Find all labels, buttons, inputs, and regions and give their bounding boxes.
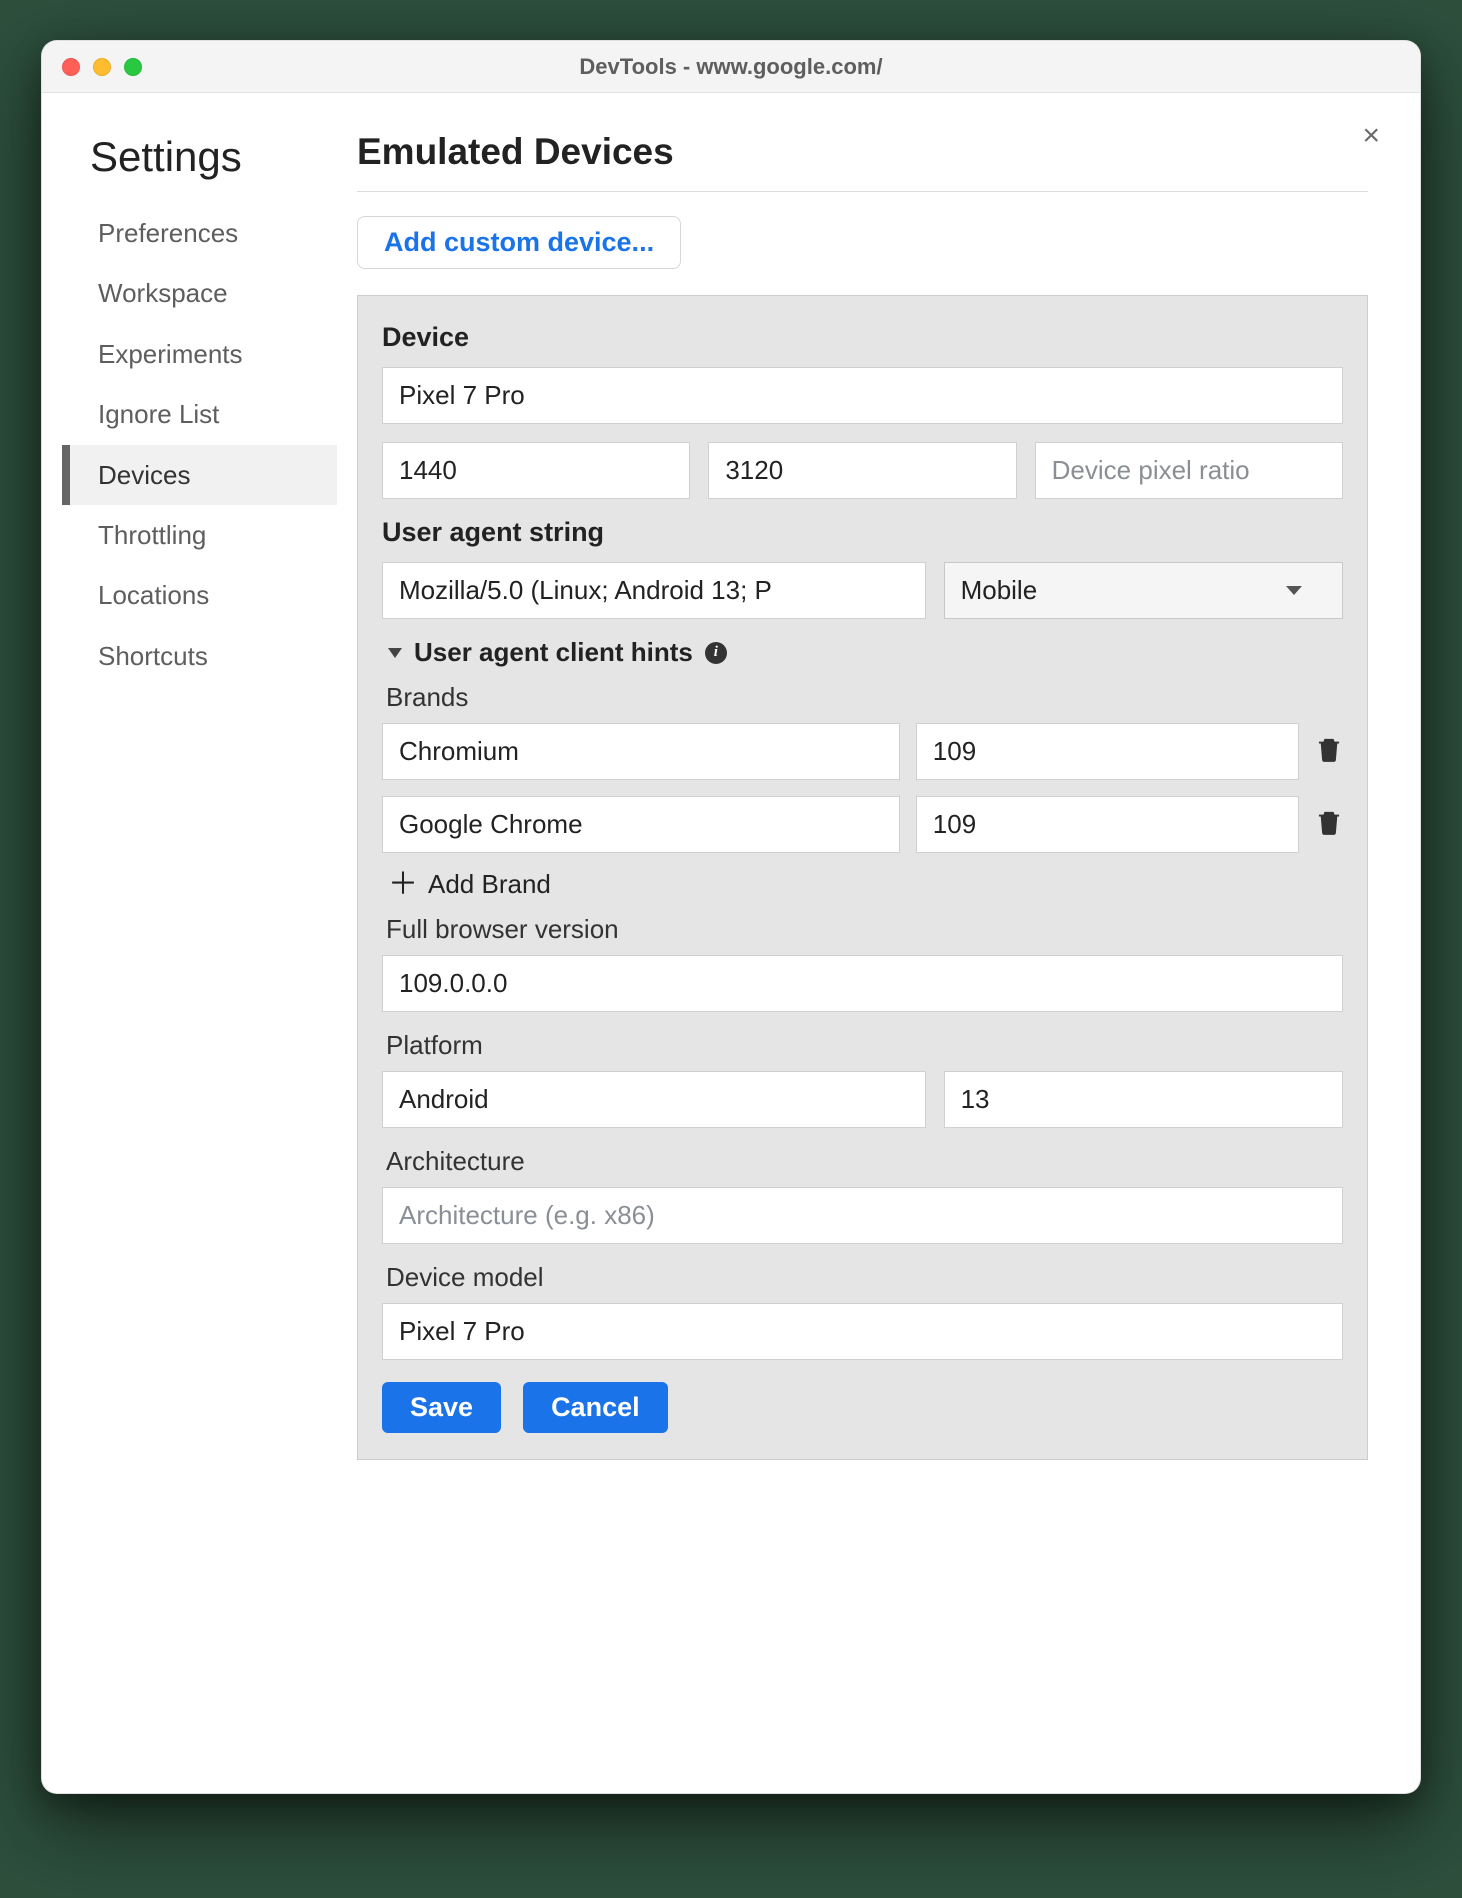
brand-name-input[interactable] [382, 796, 900, 853]
page-title: Emulated Devices [357, 131, 1368, 173]
sidebar-item-devices[interactable]: Devices [62, 445, 337, 505]
brand-row [382, 723, 1343, 780]
brand-row [382, 796, 1343, 853]
sidebar-item-preferences[interactable]: Preferences [62, 203, 337, 263]
triangle-down-icon [388, 648, 402, 658]
sidebar-item-ignore-list[interactable]: Ignore List [62, 384, 337, 444]
sidebar-item-workspace[interactable]: Workspace [62, 263, 337, 323]
info-icon[interactable]: i [705, 642, 727, 664]
client-hints-toggle[interactable]: User agent client hints i [388, 637, 1343, 668]
architecture-label: Architecture [386, 1146, 1343, 1177]
device-name-input[interactable] [382, 367, 1343, 424]
architecture-input[interactable] [382, 1187, 1343, 1244]
brand-name-input[interactable] [382, 723, 900, 780]
brand-version-input[interactable] [916, 796, 1299, 853]
window-zoom-dot[interactable] [124, 58, 142, 76]
client-hints-label: User agent client hints [414, 637, 693, 668]
window-title: DevTools - www.google.com/ [579, 54, 882, 80]
brands-label: Brands [386, 682, 1343, 713]
device-editor-panel: Device User agent string Mobile [357, 295, 1368, 1460]
window-minimize-dot[interactable] [93, 58, 111, 76]
ua-string-input[interactable] [382, 562, 926, 619]
sidebar-item-throttling[interactable]: Throttling [62, 505, 337, 565]
ua-type-value: Mobile [961, 575, 1038, 606]
sidebar-item-experiments[interactable]: Experiments [62, 324, 337, 384]
save-button[interactable]: Save [382, 1382, 501, 1433]
cancel-button[interactable]: Cancel [523, 1382, 668, 1433]
full-version-label: Full browser version [386, 914, 1343, 945]
plus-icon: ＋ [388, 870, 418, 900]
add-brand-label: Add Brand [428, 869, 551, 900]
window-close-dot[interactable] [62, 58, 80, 76]
ua-section-label: User agent string [382, 517, 1343, 548]
ua-type-select[interactable]: Mobile [944, 562, 1343, 619]
trash-icon[interactable] [1315, 736, 1343, 767]
settings-content: × Settings Preferences Workspace Experim… [42, 93, 1420, 1793]
device-width-input[interactable] [382, 442, 690, 499]
brand-version-input[interactable] [916, 723, 1299, 780]
platform-version-input[interactable] [944, 1071, 1343, 1128]
window-controls [62, 58, 142, 76]
devtools-window: DevTools - www.google.com/ × Settings Pr… [41, 40, 1421, 1794]
sidebar-item-shortcuts[interactable]: Shortcuts [62, 626, 337, 686]
chevron-down-icon [1286, 586, 1302, 595]
sidebar-heading: Settings [90, 133, 337, 181]
device-model-label: Device model [386, 1262, 1343, 1293]
add-brand-button[interactable]: ＋ Add Brand [388, 869, 1343, 900]
close-icon[interactable]: × [1362, 121, 1380, 151]
add-custom-device-button[interactable]: Add custom device... [357, 216, 681, 269]
platform-label: Platform [386, 1030, 1343, 1061]
window-titlebar: DevTools - www.google.com/ [42, 41, 1420, 93]
platform-name-input[interactable] [382, 1071, 926, 1128]
device-section-label: Device [382, 322, 1343, 353]
settings-main: Emulated Devices Add custom device... De… [337, 123, 1420, 1753]
device-model-input[interactable] [382, 1303, 1343, 1360]
full-version-input[interactable] [382, 955, 1343, 1012]
sidebar-item-locations[interactable]: Locations [62, 565, 337, 625]
divider [357, 191, 1368, 192]
settings-sidebar: Settings Preferences Workspace Experimen… [42, 123, 337, 1753]
device-height-input[interactable] [708, 442, 1016, 499]
device-dpr-input[interactable] [1035, 442, 1343, 499]
trash-icon[interactable] [1315, 809, 1343, 840]
